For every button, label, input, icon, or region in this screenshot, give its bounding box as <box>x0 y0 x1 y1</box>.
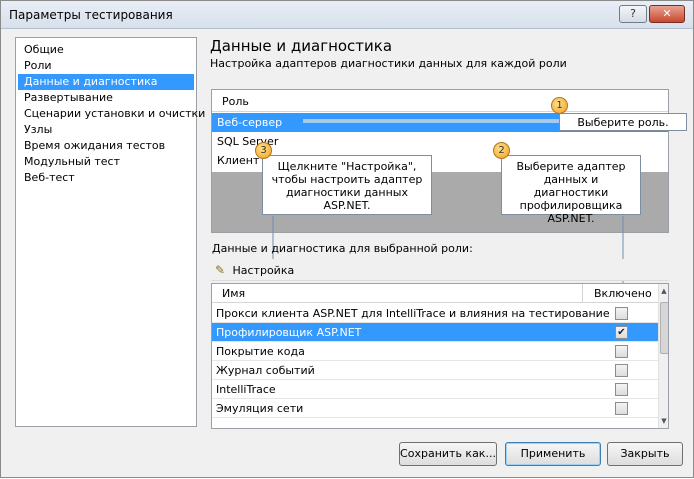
adapters-grid: Имя Включено Прокси клиента ASP.NET для … <box>211 283 669 429</box>
adapter-row[interactable]: Покрытие кода <box>212 342 658 361</box>
configure-button[interactable]: ✎ Настройка <box>215 262 294 278</box>
callout-number-3: 3 <box>255 142 272 159</box>
adapter-enabled-checkbox[interactable] <box>615 402 628 415</box>
column-divider[interactable] <box>582 284 583 303</box>
adapter-name: IntelliTrace <box>216 383 276 396</box>
callout-number-1: 1 <box>551 97 568 114</box>
adapters-toolbar: ✎ Настройка <box>211 259 669 281</box>
close-button[interactable]: Закрыть <box>607 442 683 466</box>
scroll-down-arrow-icon[interactable]: ▼ <box>659 416 668 426</box>
apply-button[interactable]: Применить <box>505 442 601 466</box>
adapter-name: Прокси клиента ASP.NET для IntelliTrace … <box>216 307 610 320</box>
scrollbar-thumb[interactable] <box>660 302 668 354</box>
column-header-name[interactable]: Имя <box>222 284 245 303</box>
configure-button-label: Настройка <box>232 264 295 277</box>
test-settings-dialog: Параметры тестирования ? ✕ Общие Роли Да… <box>0 0 694 478</box>
adapter-enabled-checkbox[interactable]: ✔ <box>615 326 628 339</box>
pencil-icon: ✎ <box>215 263 226 277</box>
callout-select-role: Выберите роль. <box>559 113 687 131</box>
save-as-button[interactable]: Сохранить как... <box>399 442 497 466</box>
adapter-row[interactable]: Эмуляция сети <box>212 399 658 418</box>
adapter-enabled-checkbox[interactable] <box>615 364 628 377</box>
adapter-name: Покрытие кода <box>216 345 305 358</box>
adapter-name: Эмуляция сети <box>216 402 304 415</box>
adapter-row[interactable]: IntelliTrace <box>212 380 658 399</box>
callout-click-configure: Щелкните "Настройка", чтобы настроить ад… <box>262 155 432 215</box>
adapter-enabled-checkbox[interactable] <box>615 307 628 320</box>
callout-number-2: 2 <box>493 142 510 159</box>
adapter-name: Профилировщик ASP.NET <box>216 326 362 339</box>
selected-role-adapters-label: Данные и диагностика для выбранной роли: <box>212 242 473 255</box>
adapter-enabled-checkbox[interactable] <box>615 345 628 358</box>
adapter-enabled-checkbox[interactable] <box>615 383 628 396</box>
column-header-enabled[interactable]: Включено <box>594 284 652 303</box>
scroll-up-arrow-icon[interactable]: ▲ <box>659 286 668 296</box>
adapter-row[interactable]: Прокси клиента ASP.NET для IntelliTrace … <box>212 304 658 323</box>
adapters-vertical-scrollbar[interactable]: ▲ ▼ <box>658 284 668 428</box>
adapter-row[interactable]: Журнал событий <box>212 361 658 380</box>
adapters-grid-header: Имя Включено <box>212 284 658 303</box>
adapter-name: Журнал событий <box>216 364 315 377</box>
callout-select-adapter: Выберите адаптер данных и диагностики пр… <box>501 155 641 225</box>
adapter-row-selected[interactable]: Профилировщик ASP.NET ✔ <box>212 323 658 342</box>
